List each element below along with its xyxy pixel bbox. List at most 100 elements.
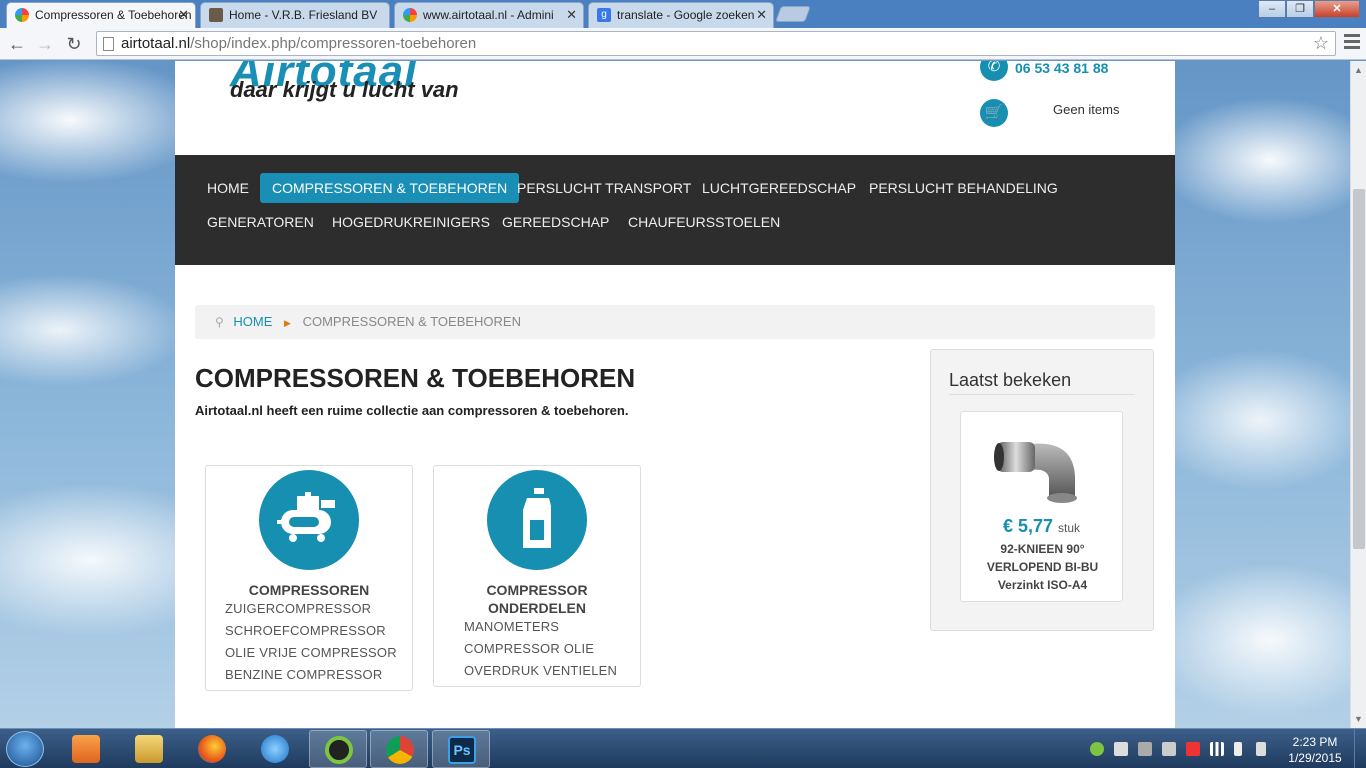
url-domain: airtotaal.nl <box>121 35 191 52</box>
breadcrumb-home-link[interactable]: HOME <box>233 314 272 329</box>
media-player-icon[interactable] <box>57 730 115 768</box>
show-desktop-button[interactable] <box>1354 729 1366 768</box>
category-link[interactable]: MANOMETERS <box>464 619 559 634</box>
location-pin-icon: ⚲ <box>215 315 224 329</box>
browser-tab-active[interactable]: Compressoren & Toebehoren ✕ <box>6 2 196 28</box>
product-price: € 5,77 stuk <box>961 516 1122 537</box>
page-viewport: Airtotaal daar krijgt u lucht van ✆ 06 5… <box>0 61 1350 728</box>
tray-app-icon[interactable] <box>1138 742 1152 756</box>
tab-title: Compressoren & Toebehoren <box>35 8 192 22</box>
compressor-icon[interactable] <box>259 470 359 570</box>
browser-tab[interactable]: g translate - Google zoeken ✕ <box>588 2 774 28</box>
start-button[interactable] <box>6 731 44 767</box>
divider <box>949 394 1135 395</box>
category-link[interactable]: SCHROEFCOMPRESSOR <box>225 623 386 638</box>
taskbar: Ps 2:23 PM 1/29/2015 <box>0 728 1366 768</box>
action-center-icon[interactable] <box>1186 742 1200 756</box>
oil-bottle-icon[interactable] <box>487 470 587 570</box>
scroll-down-icon[interactable]: ▼ <box>1354 714 1363 724</box>
product-card[interactable]: € 5,77 stuk 92-KNIEEN 90° VERLOPEND BI-B… <box>960 411 1123 602</box>
tray-app-icon[interactable] <box>1114 742 1128 756</box>
category-link[interactable]: BENZINE COMPRESSOR <box>225 667 382 682</box>
cart-icon[interactable]: 🛒 <box>980 99 1008 127</box>
minimize-icon[interactable]: – <box>1258 0 1286 18</box>
google-favicon-icon: g <box>597 8 611 22</box>
clock-time: 2:23 PM <box>1292 735 1338 749</box>
page-scrollbar[interactable]: ▲ ▼ <box>1350 61 1366 728</box>
category-card-compressor-onderdelen: COMPRESSOR ONDERDELEN MANOMETERS COMPRES… <box>433 465 641 687</box>
nav-item-perslucht-transport[interactable]: PERSLUCHT TRANSPORT <box>505 173 703 203</box>
url-path: /shop/index.php/compressoren-toebehoren <box>190 35 477 52</box>
close-tab-icon[interactable]: ✕ <box>566 7 577 23</box>
chrome-menu-icon[interactable] <box>1344 34 1360 52</box>
main-navigation: HOME COMPRESSOREN & TOEBEHOREN PERSLUCHT… <box>175 155 1175 265</box>
nav-item-generatoren[interactable]: GENERATOREN <box>195 207 326 237</box>
category-title-line1[interactable]: COMPRESSOR <box>434 581 640 599</box>
chrome-icon[interactable] <box>370 730 428 768</box>
internet-explorer-icon[interactable] <box>246 730 304 768</box>
tab-title: Home - V.R.B. Friesland BV <box>229 8 378 22</box>
forward-arrow-icon[interactable]: → <box>34 33 56 55</box>
category-card-compressoren: COMPRESSOREN ZUIGERCOMPRESSOR SCHROEFCOM… <box>205 465 413 691</box>
close-window-icon[interactable]: ✕ <box>1314 0 1360 18</box>
file-explorer-icon[interactable] <box>120 730 178 768</box>
reload-icon[interactable]: ↻ <box>63 33 85 55</box>
category-title-line2[interactable]: ONDERDELEN <box>434 599 640 617</box>
close-tab-icon[interactable]: ✕ <box>756 7 767 23</box>
nav-item-perslucht-behandeling[interactable]: PERSLUCHT BEHANDELING <box>857 173 1070 203</box>
tab-title: translate - Google zoeken <box>617 8 755 22</box>
spotify-tray-icon[interactable] <box>1090 742 1104 756</box>
nav-item-gereedschap[interactable]: GEREEDSCHAP <box>490 207 621 237</box>
nav-item-home[interactable]: HOME <box>195 173 261 203</box>
volume-icon[interactable] <box>1234 742 1242 756</box>
browser-tab[interactable]: Home - V.R.B. Friesland BV <box>200 2 390 28</box>
photoshop-icon[interactable]: Ps <box>432 730 490 768</box>
joomla-favicon-icon <box>15 8 29 22</box>
close-tab-icon[interactable]: ✕ <box>178 7 189 23</box>
tray-app-icon[interactable] <box>1162 742 1176 756</box>
cart-status[interactable]: Geen items <box>1053 102 1119 117</box>
price-unit: stuk <box>1058 521 1081 535</box>
price-value: € 5,77 <box>1002 516 1053 536</box>
clock-date: 1/29/2015 <box>1288 751 1342 765</box>
nav-item-luchtgereedschap[interactable]: LUCHTGEREEDSCHAP <box>690 173 868 203</box>
category-link[interactable]: COMPRESSOR OLIE <box>464 641 594 656</box>
logo-tagline: daar krijgt u lucht van <box>230 77 459 102</box>
recently-viewed-panel: Laatst bekeken € 5,77 stuk 92-KNIEEN 90°… <box>930 349 1154 631</box>
category-link[interactable]: OVERDRUK VENTIELEN <box>464 663 617 678</box>
restore-icon[interactable]: ❐ <box>1286 0 1314 18</box>
spotify-icon[interactable] <box>309 730 367 768</box>
clock[interactable]: 2:23 PM 1/29/2015 <box>1282 734 1348 766</box>
browser-tab[interactable]: www.airtotaal.nl - Admini ✕ <box>394 2 584 28</box>
firefox-icon[interactable] <box>183 730 241 768</box>
product-name[interactable]: 92-KNIEEN 90° VERLOPEND BI-BU Verzinkt I… <box>967 540 1118 594</box>
nav-item-compressoren[interactable]: COMPRESSOREN & TOEBEHOREN <box>260 173 520 203</box>
joomla-favicon-icon <box>403 8 417 22</box>
nav-item-chauffeursstoelen[interactable]: CHAUFEURSSTOELEN <box>616 207 792 237</box>
page-title: COMPRESSOREN & TOEBEHOREN <box>195 363 636 393</box>
address-bar[interactable]: airtotaal.nl/shop/index.php/compressoren… <box>96 31 1336 56</box>
breadcrumb-arrow-icon: ▶ <box>284 318 291 328</box>
battery-icon[interactable] <box>1256 742 1266 756</box>
back-arrow-icon[interactable]: ← <box>6 33 28 55</box>
network-signal-icon[interactable] <box>1210 742 1224 756</box>
phone-icon: ✆ <box>980 61 1008 81</box>
nav-item-hogedrukreinigers[interactable]: HOGEDRUKREINIGERS <box>320 207 502 237</box>
breadcrumb-current: COMPRESSOREN & TOEBEHOREN <box>302 314 521 329</box>
sidebar-title: Laatst bekeken <box>949 370 1072 390</box>
site-container: Airtotaal daar krijgt u lucht van ✆ 06 5… <box>175 61 1175 728</box>
scroll-up-icon[interactable]: ▲ <box>1354 65 1363 75</box>
phone-number: 06 53 43 81 88 <box>1015 61 1109 76</box>
category-title[interactable]: COMPRESSOREN <box>206 581 412 599</box>
scrollbar-thumb[interactable] <box>1353 189 1365 549</box>
browser-toolbar: ← → ↻ airtotaal.nl/shop/index.php/compre… <box>0 28 1366 60</box>
bookmark-star-icon[interactable]: ☆ <box>1313 33 1329 54</box>
category-link[interactable]: ZUIGERCOMPRESSOR <box>225 601 371 616</box>
window-controls: – ❐ ✕ <box>1258 0 1360 20</box>
site-favicon-icon <box>209 8 223 22</box>
intro-text: Airtotaal.nl heeft een ruime collectie a… <box>195 403 629 418</box>
product-image-elbow-fitting[interactable] <box>991 426 1091 506</box>
tab-title: www.airtotaal.nl - Admini <box>423 8 554 22</box>
category-link[interactable]: OLIE VRIJE COMPRESSOR <box>225 645 397 660</box>
new-tab-button[interactable] <box>775 6 811 22</box>
